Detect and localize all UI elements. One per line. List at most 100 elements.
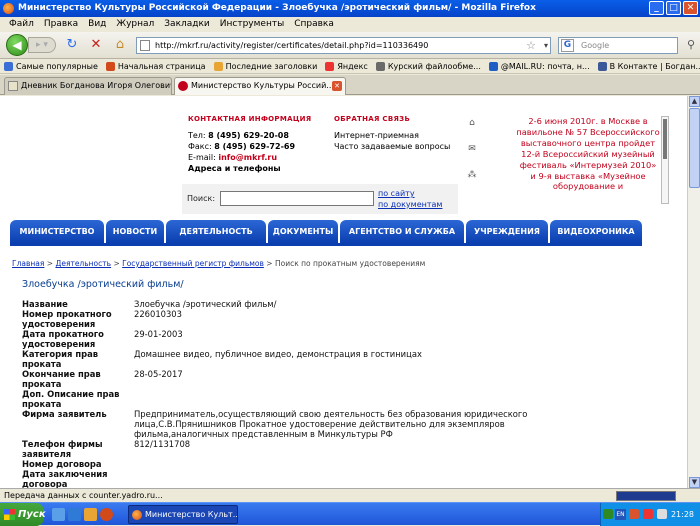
ie-icon[interactable] [68, 508, 81, 521]
nav-news[interactable]: НОВОСТИ [106, 220, 164, 243]
nav-documents[interactable]: ДОКУМЕНТЫ [268, 220, 338, 243]
web-search-input[interactable]: G Google ⚲ [558, 37, 695, 54]
browser-window: Министерство Культуры Российской Федерац… [0, 0, 700, 526]
tray-icon[interactable] [629, 509, 639, 519]
firefox-icon [132, 510, 142, 520]
home-icon[interactable]: ⌂ [466, 118, 478, 144]
nav-ministry[interactable]: МИНИСТЕРСТВО [10, 220, 104, 243]
search-site-link[interactable]: по сайту [378, 188, 442, 199]
menu-file[interactable]: Файл [4, 17, 39, 32]
feedback-section: ОБРАТНАЯ СВЯЗЬ Интернет-приемная Часто з… [334, 115, 464, 152]
page-title: Злоебучка /эротический фильм/ [22, 279, 184, 290]
menu-tools[interactable]: Инструменты [215, 17, 289, 32]
page-content: КОНТАКТНАЯ ИНФОРМАЦИЯ Тел: 8 (495) 629-2… [0, 96, 687, 488]
crumb-home[interactable]: Главная [12, 259, 44, 268]
home-icon[interactable]: ⌂ [112, 37, 128, 53]
menu-help[interactable]: Справка [289, 17, 339, 32]
bookmark-item[interactable]: Самые популярные [4, 59, 98, 73]
announcement-text: 2-6 июня 2010г. в Москве в павильоне № 5… [516, 116, 660, 192]
mail-icon[interactable]: ✉ [466, 144, 478, 170]
tray-icon[interactable] [643, 509, 653, 519]
address-bar[interactable]: http://mkrf.ru/activity/register/certifi… [136, 37, 551, 54]
title-bar: Министерство Культуры Российской Федерац… [0, 0, 700, 17]
email-link[interactable]: info@mkrf.ru [218, 153, 277, 162]
table-row: Дата заключения договора [22, 469, 108, 488]
firefox-quicklaunch-icon[interactable] [100, 508, 113, 521]
table-row: Название Злоебучка /эротический фильм/ [22, 299, 277, 309]
bookmark-icon [105, 61, 115, 71]
forward-button[interactable]: ▸ ▾ [28, 37, 56, 53]
faq-link[interactable]: Часто задаваемые вопросы [334, 141, 464, 152]
table-row: Фирма заявитель Предприниматель,осуществл… [22, 409, 528, 439]
menu-bar: Файл Правка Вид Журнал Закладки Инструме… [0, 17, 700, 32]
navigation-toolbar: ◀ ▸ ▾ ↻ ✕ ⌂ http://mkrf.ru/activity/regi… [0, 32, 700, 59]
search-docs-link[interactable]: по документам [378, 199, 442, 210]
contact-heading: КОНТАКТНАЯ ИНФОРМАЦИЯ [188, 115, 312, 123]
menu-edit[interactable]: Правка [39, 17, 83, 32]
explorer-icon[interactable] [84, 508, 97, 521]
crumb-register[interactable]: Государственный регистр фильмов [122, 259, 264, 268]
bookmark-item[interactable]: Курский файлообме... [375, 59, 481, 73]
nav-agency[interactable]: АГЕНТСТВО И СЛУЖБА [340, 220, 464, 243]
bookmark-item[interactable]: В Контакте | Богдан... [597, 59, 700, 73]
tab-bar: Дневник Богданова Игоря Олегович... Мини… [0, 75, 700, 95]
nav-videochronicle[interactable]: ВИДЕОХРОНИКА [550, 220, 642, 243]
tab-diary[interactable]: Дневник Богданова Игоря Олегович... [4, 77, 172, 95]
stop-icon[interactable]: ✕ [88, 37, 104, 53]
crumb-activity[interactable]: Деятельность [55, 259, 111, 268]
nav-activity[interactable]: ДЕЯТЕЛЬНОСТЬ [166, 220, 266, 243]
tray-icon[interactable] [657, 509, 667, 519]
bookmark-star-icon[interactable]: ☆ [526, 38, 536, 53]
url-dropdown-icon[interactable]: ▾ [544, 38, 548, 53]
scroll-thumb[interactable] [689, 108, 700, 188]
tab-ministry[interactable]: Министерство Культуры Россий... ✕ [174, 77, 346, 95]
page-scrollbar[interactable]: ▲ ▼ [687, 96, 700, 488]
contact-info: КОНТАКТНАЯ ИНФОРМАЦИЯ Тел: 8 (495) 629-2… [188, 115, 328, 174]
url-text: http://mkrf.ru/activity/register/certifi… [155, 41, 429, 50]
addresses-link[interactable]: Адреса и телефоны [188, 164, 281, 173]
clock: 21:28 [670, 510, 694, 519]
loading-progress [616, 491, 676, 501]
bookmark-item[interactable]: Последние заголовки [213, 59, 317, 73]
windows-logo-icon [4, 509, 15, 520]
main-nav: МИНИСТЕРСТВО НОВОСТИ ДЕЯТЕЛЬНОСТЬ ДОКУМЕ… [10, 220, 642, 243]
sitemap-icon[interactable]: ⁂ [466, 170, 478, 196]
nav-underline [10, 243, 642, 246]
menu-bookmarks[interactable]: Закладки [159, 17, 215, 32]
menu-history[interactable]: Журнал [111, 17, 159, 32]
table-row: Окончание прав проката 28-05-2017 [22, 369, 183, 389]
bookmark-icon [375, 61, 385, 71]
scroll-up-icon[interactable]: ▲ [689, 96, 700, 107]
close-tab-icon[interactable]: ✕ [332, 81, 342, 91]
start-button[interactable]: Пуск [0, 503, 46, 526]
table-row: Категория прав проката Домашнее видео, пу… [22, 349, 422, 369]
bookmark-item[interactable]: Начальная страница [105, 59, 206, 73]
internet-reception-link[interactable]: Интернет-приемная [334, 130, 464, 141]
desktop-icon[interactable] [52, 508, 65, 521]
taskbar: Пуск Министерство Культ... EN 21:28 [0, 502, 700, 526]
announcement-scrollbar[interactable] [661, 116, 669, 204]
scroll-down-icon[interactable]: ▼ [689, 477, 700, 488]
page-icon [140, 40, 150, 51]
reload-icon[interactable]: ↻ [64, 37, 80, 53]
bookmark-icon [4, 61, 13, 71]
google-icon[interactable]: G [561, 39, 574, 52]
status-text: Передача данных с counter.yadro.ru... [4, 491, 163, 500]
firefox-icon [3, 3, 14, 14]
bookmark-item[interactable]: @MAIL.RU: почта, н... [488, 59, 590, 73]
menu-view[interactable]: Вид [83, 17, 111, 32]
close-button[interactable]: ✕ [683, 1, 698, 15]
bookmarks-toolbar: Самые популярные Начальная страница Посл… [0, 59, 700, 74]
site-search-input[interactable] [220, 191, 374, 206]
search-icon[interactable]: ⚲ [687, 37, 695, 52]
back-button[interactable]: ◀ [6, 34, 28, 56]
taskbar-firefox-item[interactable]: Министерство Культ... [128, 505, 238, 524]
nav-institutions[interactable]: УЧРЕЖДЕНИЯ [466, 220, 548, 243]
maximize-button[interactable]: □ [666, 1, 681, 15]
bookmark-item[interactable]: Яндекс [325, 59, 368, 73]
tray-icon[interactable] [603, 509, 613, 519]
language-indicator[interactable]: EN [615, 509, 626, 520]
minimize-button[interactable]: _ [649, 1, 664, 15]
search-placeholder: Google [581, 41, 610, 50]
breadcrumb: Главная > Деятельность > Государственный… [12, 259, 426, 268]
